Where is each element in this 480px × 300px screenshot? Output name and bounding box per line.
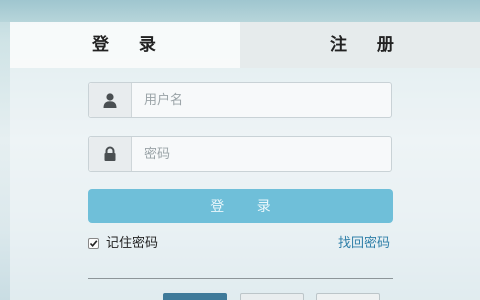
tab-register[interactable]: 注 册 xyxy=(240,22,480,68)
tab-register-label: 注 册 xyxy=(330,35,406,55)
tab-bar: 登 录 注 册 xyxy=(10,22,480,68)
remember-label: 记住密码 xyxy=(106,236,159,251)
password-field xyxy=(88,136,392,172)
tab-login-label: 登 录 xyxy=(92,35,168,55)
user-icon xyxy=(89,83,132,117)
remember-checkbox[interactable] xyxy=(88,238,99,249)
bottom-button-3[interactable] xyxy=(316,293,380,300)
password-input[interactable] xyxy=(132,137,387,171)
username-field xyxy=(88,82,392,118)
tab-login[interactable]: 登 录 xyxy=(10,22,240,68)
divider xyxy=(88,278,393,279)
background-sky xyxy=(0,0,480,22)
forgot-password-link[interactable]: 找回密码 xyxy=(338,235,390,253)
login-button[interactable]: 登 录 xyxy=(88,189,393,223)
bottom-button-2[interactable] xyxy=(240,293,304,300)
check-icon xyxy=(89,240,98,248)
username-input[interactable] xyxy=(132,83,387,117)
bottom-button-1[interactable] xyxy=(163,293,227,300)
lock-icon xyxy=(89,137,132,171)
